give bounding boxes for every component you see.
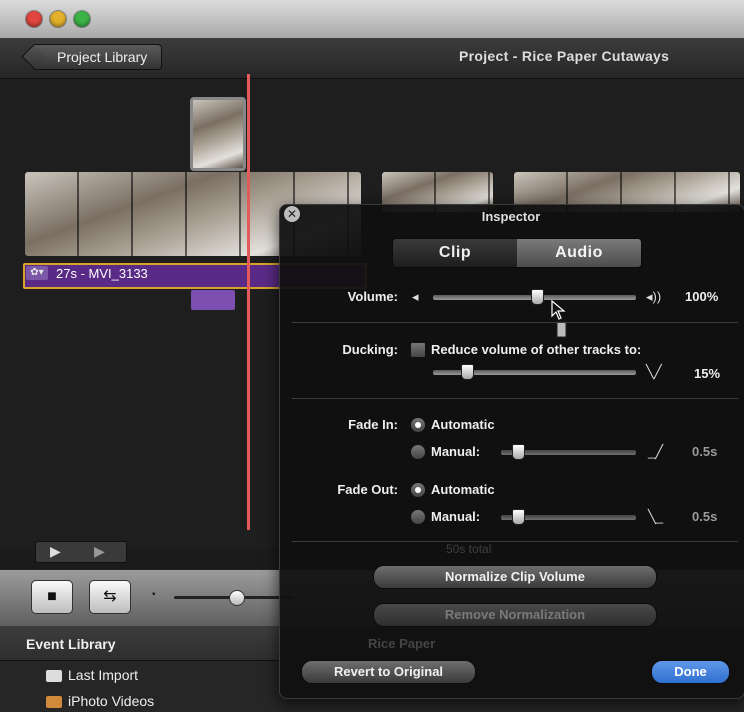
- play-icon[interactable]: ▶: [94, 543, 105, 560]
- fade-in-curve-icon: _╱: [648, 444, 664, 459]
- ducking-checkbox[interactable]: [410, 342, 426, 358]
- event-title-text: Rice Paper: [368, 636, 436, 651]
- fade-in-label: Fade In:: [348, 417, 398, 432]
- ducking-slider-knob[interactable]: [461, 364, 474, 380]
- mouse-cursor-icon: [551, 300, 567, 338]
- normalize-clip-volume-button[interactable]: Normalize Clip Volume: [373, 565, 657, 589]
- window-titlebar: [0, 0, 744, 39]
- fade-out-slider-knob[interactable]: [512, 509, 525, 525]
- small-thumb-icon: ▪: [152, 589, 156, 600]
- fade-out-automatic-radio[interactable]: [410, 482, 426, 498]
- zoom-slider-knob[interactable]: [229, 590, 245, 606]
- remove-normalization-button[interactable]: Remove Normalization: [373, 603, 657, 627]
- fade-out-curve-icon: ╲_: [648, 509, 664, 524]
- tab-audio[interactable]: Audio: [517, 239, 641, 267]
- fade-out-manual-radio[interactable]: [410, 509, 426, 525]
- zoom-window-button[interactable]: [74, 11, 90, 27]
- done-button[interactable]: Done: [651, 660, 730, 684]
- fade-in-manual-radio[interactable]: [410, 444, 426, 460]
- volume-label: Volume:: [347, 289, 398, 304]
- camera-import-button[interactable]: ■: [31, 580, 73, 614]
- event-library-title: Event Library: [26, 636, 116, 652]
- swap-events-button[interactable]: ⇆: [89, 580, 131, 614]
- separator: [292, 322, 738, 323]
- speaker-low-icon: ◂: [412, 289, 419, 304]
- event-item-iphoto-videos[interactable]: iPhoto Videos: [68, 693, 154, 709]
- skim-preview-thumbnail: [190, 97, 246, 171]
- close-window-button[interactable]: [26, 11, 42, 27]
- clip-label: 27s - MVI_3133: [56, 266, 148, 281]
- camera-icon: ■: [47, 588, 57, 605]
- minimize-window-button[interactable]: [50, 11, 66, 27]
- fade-in-manual-label: Manual:: [431, 444, 481, 459]
- clip-action-tab[interactable]: [191, 290, 235, 310]
- fade-out-manual-label: Manual:: [431, 509, 481, 524]
- ducking-label: Ducking:: [342, 342, 398, 357]
- tab-clip[interactable]: Clip: [393, 239, 517, 267]
- fade-out-automatic-label: Automatic: [431, 482, 495, 497]
- swap-icon: ⇆: [103, 588, 117, 605]
- fade-out-label: Fade Out:: [337, 482, 398, 497]
- last-import-icon: [46, 670, 62, 682]
- event-item-last-import[interactable]: Last Import: [68, 667, 138, 683]
- separator: [292, 541, 738, 542]
- speaker-high-icon: ◂)): [646, 289, 662, 304]
- iphoto-icon: [46, 696, 62, 708]
- playback-controls: ▶ ▶: [35, 541, 127, 563]
- fade-in-automatic-radio[interactable]: [410, 417, 426, 433]
- playhead[interactable]: [247, 74, 250, 530]
- ducking-curve-icon: ╲╱: [646, 364, 662, 379]
- play-fullscreen-icon[interactable]: ▶: [50, 543, 61, 560]
- ducking-checkbox-label: Reduce volume of other tracks to:: [431, 342, 642, 357]
- volume-slider-knob[interactable]: [531, 289, 544, 305]
- volume-value: 100%: [685, 289, 719, 304]
- gear-icon[interactable]: ✿▾: [26, 266, 48, 280]
- project-duration-text: 50s total: [446, 542, 492, 556]
- project-library-button[interactable]: Project Library: [32, 44, 163, 70]
- ducking-value: 15%: [694, 366, 721, 381]
- fade-in-slider-knob[interactable]: [512, 444, 525, 460]
- project-title: Project - Rice Paper Cutaways: [459, 48, 670, 64]
- revert-to-original-button[interactable]: Revert to Original: [301, 660, 476, 684]
- inspector-tabs: Clip Audio: [392, 238, 642, 268]
- fade-in-value: 0.5s: [692, 444, 718, 459]
- inspector-title: Inspector: [481, 209, 541, 224]
- separator: [292, 398, 738, 399]
- fade-out-value: 0.5s: [692, 509, 718, 524]
- fade-in-automatic-label: Automatic: [431, 417, 495, 432]
